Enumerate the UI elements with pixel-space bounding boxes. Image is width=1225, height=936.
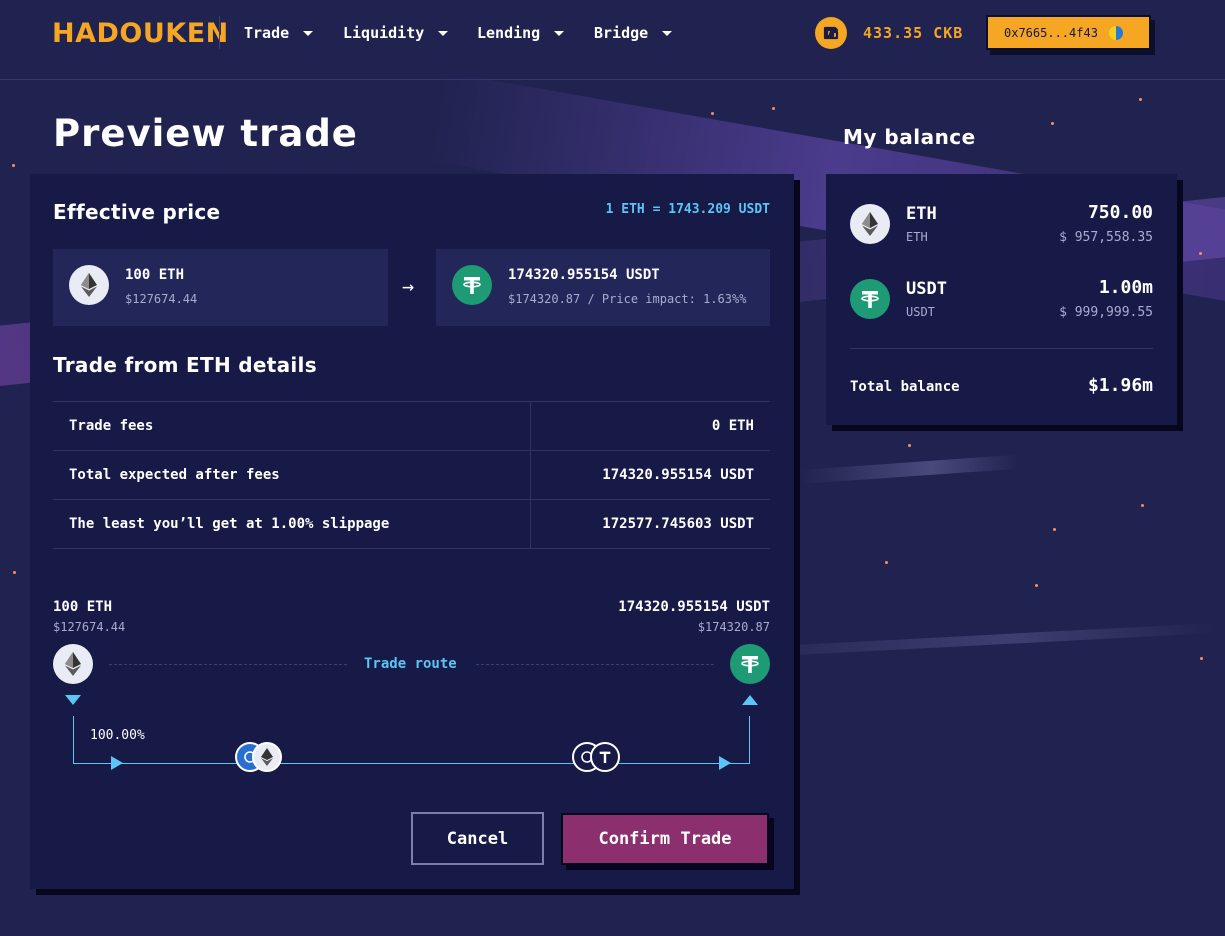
ckb-token-icon — [815, 17, 847, 49]
nav-bridge-label: Bridge — [594, 24, 649, 42]
trade-route-label: Trade route — [364, 656, 457, 672]
from-amount: 100 ETH — [125, 267, 185, 283]
balance-title: My balance — [843, 125, 976, 149]
detail-value: 174320.955154 USDT — [602, 467, 754, 483]
token-usd: $ 957,558.35 — [1059, 230, 1153, 245]
route-end-marker — [742, 695, 758, 705]
eth-icon — [850, 204, 890, 244]
token-sub: USDT — [906, 305, 935, 319]
token-amount: 1.00m — [1098, 277, 1153, 298]
token-sub: ETH — [906, 230, 928, 244]
nav-liquidity-label: Liquidity — [343, 24, 425, 42]
token-usd: $ 999,999.55 — [1059, 305, 1153, 320]
detail-label: The least you’ll get at 1.00% slippage — [69, 516, 390, 532]
route-eth-icon — [53, 644, 93, 684]
balance-card: ETH ETH 750.00 $ 957,558.35 USDT USDT 1.… — [826, 174, 1177, 425]
to-usd-impact: $174320.87 / Price impact: 1.63%% — [508, 292, 747, 306]
nav-liquidity[interactable]: Liquidity — [343, 24, 449, 42]
arrow-right-icon: → — [402, 274, 415, 298]
route-from-usd: $127674.44 — [53, 620, 126, 634]
usdt-icon — [850, 279, 890, 319]
from-token-box: 100 ETH $127674.44 — [53, 249, 388, 326]
details-heading: Trade from ETH details — [53, 353, 317, 377]
wallet-avatar-icon — [1109, 26, 1123, 40]
to-token-box: 174320.955154 USDT $174320.87 / Price im… — [436, 249, 770, 326]
chevron-down-icon — [438, 30, 449, 36]
detail-label: Total expected after fees — [69, 467, 280, 483]
nav-trade-label: Trade — [244, 24, 290, 42]
to-amount: 174320.955154 USDT — [508, 267, 660, 283]
detail-value: 0 ETH — [711, 418, 754, 434]
exchange-rate: 1 ETH = 1743.209 USDT — [605, 202, 770, 217]
table-row: Total expected after fees 174320.955154 … — [53, 451, 770, 500]
total-balance-label: Total balance — [850, 379, 960, 395]
nav-bridge[interactable]: Bridge — [594, 24, 673, 42]
chevron-down-icon — [554, 30, 565, 36]
route-to-usd: $174320.87 — [697, 620, 770, 634]
list-item: ETH ETH 750.00 $ 957,558.35 — [850, 199, 1153, 249]
ckb-balance: 433.35 CKB — [863, 24, 964, 42]
chevron-down-icon — [662, 30, 673, 36]
from-usd: $127674.44 — [125, 292, 198, 306]
detail-value: 172577.745603 USDT — [602, 516, 754, 532]
total-balance-value: $1.96m — [1087, 375, 1153, 396]
app-logo[interactable]: HADOUKEN — [52, 18, 229, 49]
token-symbol: ETH — [906, 204, 937, 224]
route-from-amount: 100 ETH — [53, 599, 113, 615]
token-amount: 750.00 — [1087, 202, 1153, 223]
pool-usdt-icon — [590, 742, 620, 772]
route-to-amount: 174320.955154 USDT — [618, 599, 770, 615]
nav-lending-label: Lending — [477, 24, 541, 42]
nav-lending[interactable]: Lending — [477, 24, 565, 42]
top-navbar: HADOUKEN Trade Liquidity Lending Bridge … — [0, 0, 1225, 80]
page-title: Preview trade — [53, 112, 358, 155]
detail-label: Trade fees — [69, 418, 154, 434]
route-usdt-icon — [730, 644, 770, 684]
trade-preview-card: Effective price 1 ETH = 1743.209 USDT 10… — [30, 174, 794, 889]
list-item: USDT USDT 1.00m $ 999,999.55 — [850, 274, 1153, 324]
table-row: Trade fees 0 ETH — [53, 402, 770, 451]
chevron-down-icon — [303, 30, 314, 36]
route-arrow-icon — [719, 756, 731, 770]
route-split-percent: 100.00% — [90, 728, 145, 743]
route-start-marker — [65, 695, 81, 705]
route-arrow-icon — [111, 756, 123, 770]
wallet-button[interactable]: 0x7665...4f43 — [986, 15, 1151, 50]
token-symbol: USDT — [906, 279, 947, 299]
effective-price-heading: Effective price — [53, 200, 221, 224]
trade-details-table: Trade fees 0 ETH Total expected after fe… — [53, 401, 770, 549]
eth-icon — [69, 265, 109, 305]
wallet-address: 0x7665...4f43 — [1004, 25, 1098, 40]
confirm-trade-button[interactable]: Confirm Trade — [561, 813, 769, 865]
pool-eth-icon — [252, 742, 282, 772]
table-row: The least you’ll get at 1.00% slippage 1… — [53, 500, 770, 549]
logo-divider — [219, 16, 220, 49]
usdt-icon — [452, 265, 492, 305]
cancel-button[interactable]: Cancel — [411, 812, 544, 865]
nav-trade[interactable]: Trade — [244, 24, 314, 42]
